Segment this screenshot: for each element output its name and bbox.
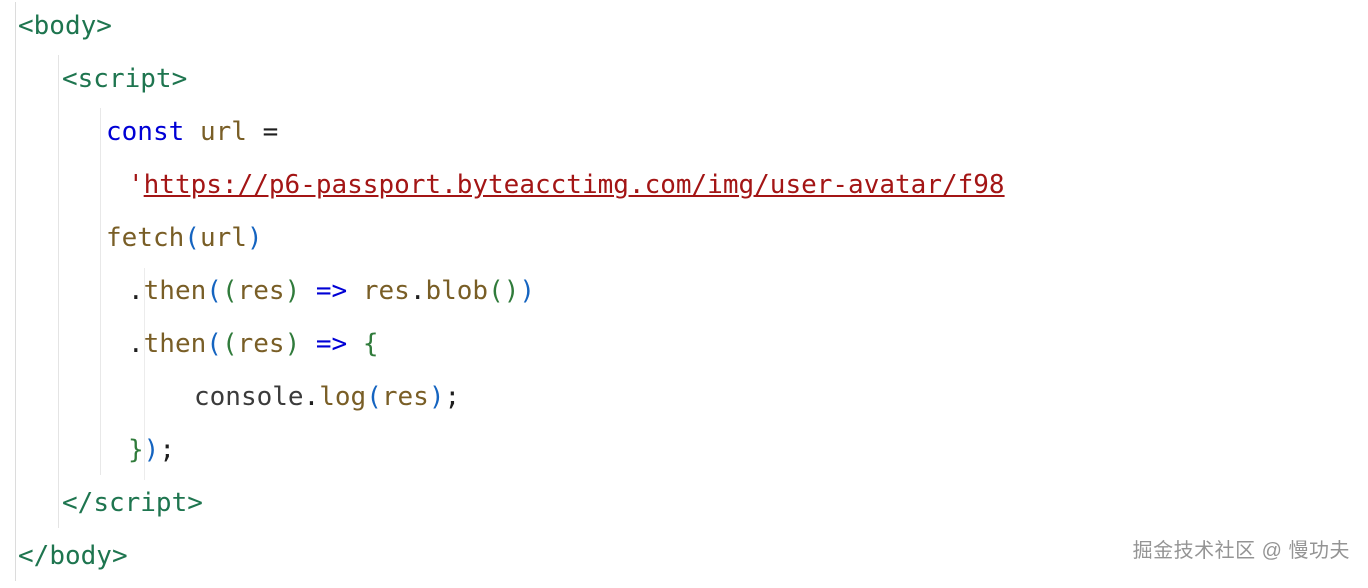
tag-bracket: </ [62,488,93,518]
semicolon: ; [444,382,460,412]
code-line: console.log(res); [18,371,1368,424]
code-line: <script> [18,53,1368,106]
brace: { [363,329,379,359]
paren: ) [519,276,535,306]
tag-bracket: < [18,11,34,41]
code-line: <body> [18,0,1368,53]
dot: . [410,276,426,306]
code-line: }); [18,424,1368,477]
paren: ( [222,329,238,359]
dot: . [304,382,320,412]
identifier: res [238,329,285,359]
tag-bracket: > [112,541,128,571]
string-quote: ' [128,170,144,200]
paren: ) [247,223,263,253]
code-line: fetch(url) [18,212,1368,265]
watermark: 掘金技术社区 @ 慢功夫 [1133,525,1350,578]
string-url: https://p6-passport.byteacctimg.com/img/… [144,170,1005,200]
tag-bracket: > [187,488,203,518]
method: blob [425,276,488,306]
code-line: .then((res) => { [18,318,1368,371]
tag-name: script [93,488,187,518]
identifier: url [200,223,247,253]
code-block: <body> <script> const url = 'https://p6-… [0,0,1368,583]
tag-name: body [34,11,97,41]
tag-bracket: </ [18,541,49,571]
semicolon: ; [159,435,175,465]
method: then [144,276,207,306]
code-line: const url = [18,106,1368,159]
paren: ( [222,276,238,306]
identifier: res [363,276,410,306]
identifier: res [238,276,285,306]
paren: ) [285,276,301,306]
dot: . [128,276,144,306]
paren: ( [206,329,222,359]
method: log [319,382,366,412]
tag-name: script [78,64,172,94]
tag-bracket: < [62,64,78,94]
function-call: fetch [106,223,184,253]
paren: ) [504,276,520,306]
paren: ) [285,329,301,359]
operator: = [263,117,279,147]
tag-bracket: > [96,11,112,41]
arrow: => [316,276,347,306]
code-line: 'https://p6-passport.byteacctimg.com/img… [18,159,1368,212]
dot: . [128,329,144,359]
paren: ( [206,276,222,306]
keyword: const [106,117,184,147]
code-line: </script> [18,477,1368,530]
identifier: console [194,382,304,412]
paren: ( [184,223,200,253]
paren: ) [429,382,445,412]
paren: ( [488,276,504,306]
brace: } [128,435,144,465]
identifier: res [382,382,429,412]
paren: ( [366,382,382,412]
arrow: => [316,329,347,359]
identifier: url [200,117,247,147]
method: then [144,329,207,359]
code-line: .then((res) => res.blob()) [18,265,1368,318]
indent-guide [15,2,16,581]
tag-name: body [49,541,112,571]
paren: ) [144,435,160,465]
tag-bracket: > [172,64,188,94]
